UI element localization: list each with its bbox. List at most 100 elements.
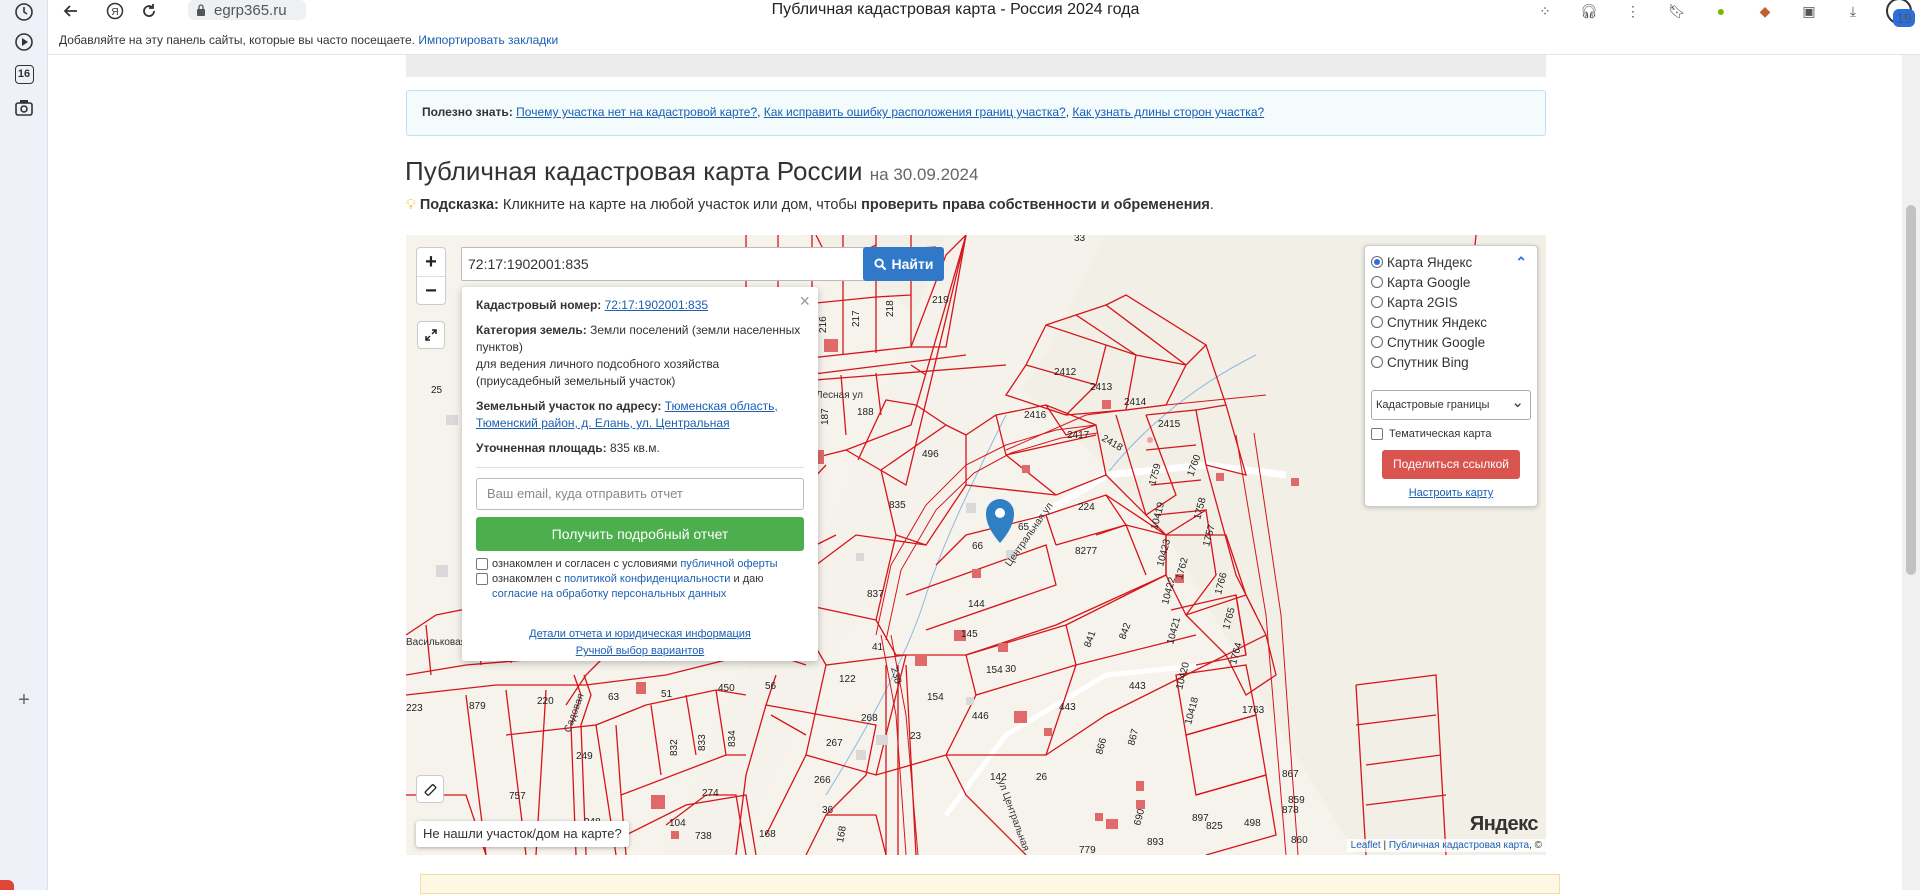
- offer-checkbox[interactable]: [476, 558, 488, 570]
- offer-agree-row: ознакомлен и согласен с условиями публич…: [476, 557, 804, 572]
- leaflet-link[interactable]: Leaflet: [1351, 840, 1381, 851]
- info-link-missing-parcel[interactable]: Почему участка нет на кадастровой карте?: [516, 105, 757, 119]
- overlay-select[interactable]: Кадастровые границы: [1371, 390, 1531, 420]
- layer-option[interactable]: Карта Google: [1371, 272, 1531, 292]
- parcel-number: 450: [718, 683, 735, 694]
- hint-line: 💡︎ Подсказка: Кликните на карте на любой…: [406, 196, 1214, 213]
- layer-option-label: Карта 2GIS: [1387, 294, 1458, 310]
- cadastral-search-input[interactable]: 72:17:1902001:835: [461, 247, 866, 281]
- calendar-icon[interactable]: 16: [12, 62, 36, 86]
- extensions-icon[interactable]: ⁘: [1534, 2, 1556, 20]
- info-link-side-lengths[interactable]: Как узнать длины сторон участка?: [1072, 105, 1264, 119]
- parcel-number: 738: [695, 831, 712, 842]
- hint-text: Кликните на карте на любой участок или д…: [502, 197, 858, 213]
- parcel-number: 2416: [1024, 410, 1047, 421]
- page-scrollbar[interactable]: [1902, 55, 1920, 890]
- privacy-checkbox[interactable]: [476, 573, 488, 585]
- report-details-link[interactable]: Детали отчета и юридическая информация: [529, 628, 751, 640]
- parcel-number: 757: [509, 791, 526, 802]
- layer-option-label: Спутник Яндекс: [1387, 314, 1488, 330]
- parcel-number: 25: [431, 385, 443, 396]
- radio-icon[interactable]: [1371, 356, 1383, 368]
- headphones-icon[interactable]: 🎧︎: [1578, 2, 1600, 20]
- parcel-number: 154: [927, 692, 944, 703]
- layer-option[interactable]: Спутник Google: [1371, 332, 1531, 352]
- layer-option[interactable]: Спутник Яндекс: [1371, 312, 1531, 332]
- layer-option[interactable]: Карта 2GIS: [1371, 292, 1531, 312]
- parcel-number: 217: [851, 310, 862, 327]
- parcel-number: 187: [820, 408, 831, 425]
- zoom-controls: + −: [416, 247, 446, 305]
- public-offer-link[interactable]: публичной оферты: [680, 558, 777, 570]
- privacy-policy-link[interactable]: политикой конфиденциальности: [564, 573, 730, 585]
- parcel-number: 825: [1206, 821, 1223, 832]
- personal-data-link[interactable]: согласие на обработку персональных данны…: [492, 588, 726, 600]
- manual-choice-link[interactable]: Ручной выбор вариантов: [576, 645, 704, 657]
- history-icon[interactable]: [12, 0, 36, 24]
- zoom-in-button[interactable]: +: [417, 248, 445, 276]
- street-label: Лесная ул: [816, 390, 863, 401]
- area-row: Уточненная площадь: 835 кв.м.: [476, 440, 804, 457]
- zoom-out-button[interactable]: −: [417, 276, 445, 304]
- parcel-number: 10420: [1174, 661, 1192, 691]
- not-found-button[interactable]: Не нашли участок/дом на карте?: [416, 821, 629, 847]
- video-icon[interactable]: [12, 30, 36, 54]
- add-icon[interactable]: +: [12, 688, 36, 712]
- thematic-checkbox[interactable]: [1371, 428, 1383, 440]
- radio-icon[interactable]: [1371, 256, 1383, 268]
- category-label: Категория земель:: [476, 323, 587, 337]
- parcel-number: 842: [1117, 621, 1133, 641]
- layer-option[interactable]: Карта Яндекс: [1371, 252, 1531, 272]
- setup-map-link[interactable]: Настроить карту: [1371, 487, 1531, 499]
- parcel-number: 223: [406, 703, 423, 714]
- cadastral-map[interactable]: 214 215 216 217 218 219 188 187 186 185 …: [406, 235, 1546, 855]
- map-marker-icon[interactable]: [986, 499, 1014, 543]
- import-bookmarks-link[interactable]: Импортировать закладки: [418, 33, 558, 47]
- browser-toolbar: Я egrp365.ru Публичная кадастровая карта…: [48, 0, 1920, 27]
- parcel-number: 66: [972, 541, 984, 552]
- thematic-label: Тематическая карта: [1389, 428, 1492, 440]
- yandex-logo: Яндекс: [1469, 813, 1539, 835]
- parcel-number: 860: [1291, 835, 1308, 846]
- agree2-mid: и даю: [733, 573, 764, 585]
- layer-option[interactable]: Спутник Bing: [1371, 352, 1531, 372]
- bookmark-icon[interactable]: 🔖︎: [1666, 2, 1688, 20]
- page-heading: Публичная кадастровая карта России на 30…: [405, 156, 978, 187]
- close-icon[interactable]: ×: [799, 291, 810, 312]
- fullscreen-button[interactable]: [417, 321, 445, 349]
- bottom-notice-box: [420, 874, 1560, 894]
- camera-icon[interactable]: [12, 96, 36, 120]
- attribution-copy: , ©: [1529, 840, 1542, 851]
- get-report-button[interactable]: Получить подробный отчет: [476, 517, 804, 551]
- parcel-number: 834: [727, 730, 738, 747]
- more-icon[interactable]: ⋮: [1622, 2, 1644, 20]
- radio-icon[interactable]: [1371, 276, 1383, 288]
- parcel-number: 779: [1079, 845, 1096, 855]
- parcel-number: 690: [1132, 807, 1147, 826]
- cadnum-link[interactable]: 72:17:1902001:835: [605, 298, 708, 312]
- parcel-number: 10421: [1165, 616, 1183, 646]
- parcel-number: 841: [1082, 629, 1098, 649]
- chevron-up-icon[interactable]: ⌃: [1515, 254, 1527, 271]
- info-link-fix-error[interactable]: Как исправить ошибку расположения границ…: [764, 105, 1066, 119]
- profile-avatar[interactable]: 19: [1886, 0, 1915, 27]
- parcel-number: 10423: [1155, 538, 1173, 568]
- address-row: Земельный участок по адресу: Тюменская о…: [476, 398, 804, 432]
- measure-button[interactable]: [416, 775, 444, 803]
- search-button[interactable]: Найти: [863, 247, 944, 281]
- radio-icon[interactable]: [1371, 316, 1383, 328]
- map-attribution: Leaflet | Публичная кадастровая карта, ©: [1346, 839, 1546, 852]
- pkk-link[interactable]: Публичная кадастровая карта: [1389, 840, 1529, 851]
- parcel-number: 154: [986, 665, 1003, 676]
- alice-icon[interactable]: ●: [1710, 2, 1732, 20]
- scroll-thumb[interactable]: [1906, 205, 1916, 575]
- collections-icon[interactable]: ▣: [1798, 2, 1820, 20]
- email-input[interactable]: Ваш email, куда отправить отчет: [476, 478, 804, 510]
- share-link-button[interactable]: Поделиться ссылкой: [1382, 450, 1520, 479]
- radio-icon[interactable]: [1371, 296, 1383, 308]
- downloads-icon[interactable]: ⤓: [1842, 2, 1864, 20]
- thematic-row[interactable]: Тематическая карта: [1371, 428, 1531, 440]
- heading-date: на 30.09.2024: [869, 165, 979, 184]
- radio-icon[interactable]: [1371, 336, 1383, 348]
- extension-icon[interactable]: ◆: [1754, 2, 1776, 20]
